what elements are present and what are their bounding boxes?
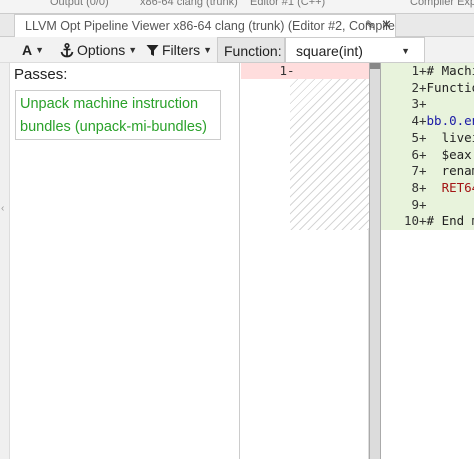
code-text: renamable $eax = IMUL32rr $eax, $edi	[441, 163, 474, 179]
added-line-marker: +	[419, 196, 427, 212]
line-number: 3	[411, 96, 419, 112]
added-line-marker: +	[419, 146, 427, 162]
line-number: 7	[411, 163, 419, 179]
added-code-line: 5+ liveins: $edi	[381, 130, 474, 147]
line-number: 9	[411, 196, 419, 212]
filter-icon	[146, 44, 159, 56]
filters-label: Filters	[162, 42, 201, 58]
added-line-marker: +	[419, 163, 427, 179]
line-number: 4	[411, 113, 419, 129]
chevron-down-icon: ▼	[203, 45, 213, 55]
options-label: Options	[77, 42, 126, 58]
deleted-line-row: 1 -	[241, 63, 369, 79]
added-line-marker: +	[419, 79, 427, 95]
line-number: 2	[411, 79, 419, 95]
splitter-grip[interactable]	[370, 63, 380, 69]
line-number: 10	[403, 213, 419, 229]
added-code-line: 9+	[381, 197, 474, 214]
tab-opt-pipeline-viewer[interactable]: LLVM Opt Pipeline Viewer x86-64 clang (t…	[14, 14, 396, 37]
close-icon[interactable]: ✕	[381, 17, 392, 33]
line-number: 1	[279, 63, 287, 78]
function-select-value: square(int)	[296, 43, 363, 59]
anchor-icon	[60, 42, 74, 57]
code-text: RET64 $eax	[441, 179, 474, 195]
code-text: Function Live Ins: $edi	[426, 79, 474, 95]
passes-panel: Passes: Unpack machine instruction bundl…	[10, 63, 240, 459]
added-code-line: 3+	[381, 96, 474, 113]
font-size-button[interactable]: A ▼	[22, 40, 44, 60]
top-strip-item[interactable]: Editor #1 (C++)	[250, 0, 325, 8]
code-text: liveins: $edi	[441, 129, 474, 145]
font-icon: A	[22, 42, 33, 58]
code-text: # Machine code for function square(int)	[426, 63, 474, 78]
top-strip-item[interactable]: x86-64 clang (trunk)	[140, 0, 238, 8]
pass-item[interactable]: Unpack machine instruction bundles (unpa…	[15, 90, 221, 140]
toolbar: A ▼ Options ▼ Filters ▼ Function: square…	[0, 37, 474, 63]
added-code-line: 7+ renamable $eax = IMUL32rr $eax, $edi	[381, 163, 474, 180]
chevron-down-icon: ▼	[35, 45, 45, 55]
added-line-marker: +	[419, 63, 427, 78]
added-code-line: 8+ RET64 $eax	[381, 180, 474, 197]
added-code-line: 6+ $eax = MOV32rr $edi	[381, 147, 474, 164]
top-tab-strip: Output (0/0) x86-64 clang (trunk) Editor…	[0, 0, 474, 14]
chevron-down-icon: ▼	[128, 45, 138, 55]
neighbor-pane-edge: ‹	[0, 63, 10, 459]
deleted-line-marker: -	[287, 63, 295, 78]
diff-after-pane: 1+# Machine code for function square(int…	[381, 63, 474, 459]
empty-region-hatch	[290, 79, 369, 230]
diff-before-pane: 1 -	[241, 63, 369, 459]
pencil-icon[interactable]: ✎	[365, 18, 375, 32]
added-code-line: 1+# Machine code for function square(int…	[381, 63, 474, 80]
tab-row: LLVM Opt Pipeline Viewer x86-64 clang (t…	[0, 14, 474, 37]
code-text: $eax = MOV32rr $edi	[441, 146, 472, 162]
added-code-line: 4+bb.0.entry:	[381, 113, 474, 130]
code-text: bb.0.entry:	[426, 113, 474, 129]
top-strip-item[interactable]: Output (0/0)	[50, 0, 109, 8]
added-line-marker: +	[419, 113, 427, 129]
function-label: Function:	[217, 37, 285, 63]
code-text: # End machine code for function square(i…	[426, 213, 474, 229]
line-number: 1	[411, 63, 419, 78]
line-number: 5	[411, 129, 419, 145]
added-code-line: 10+# End machine code for function squar…	[381, 213, 474, 230]
passes-title: Passes:	[14, 66, 68, 83]
diff-splitter-handle[interactable]	[369, 63, 381, 459]
line-number: 6	[411, 146, 419, 162]
filters-button[interactable]: Filters ▼	[146, 40, 212, 60]
chevron-down-icon: ▼	[401, 46, 410, 56]
collapse-arrow-icon[interactable]: ‹	[1, 203, 4, 214]
added-line-marker: +	[419, 129, 427, 145]
top-strip-item[interactable]: Compiler Explorer	[410, 0, 474, 8]
tab-title: LLVM Opt Pipeline Viewer x86-64 clang (t…	[25, 19, 396, 33]
added-line-marker: +	[419, 213, 427, 229]
function-select[interactable]: square(int) ▼	[285, 37, 425, 63]
added-line-marker: +	[419, 96, 427, 112]
added-code-line: 2+Function Live Ins: $edi	[381, 80, 474, 97]
added-line-marker: +	[419, 179, 427, 195]
line-number: 8	[411, 179, 419, 195]
options-button[interactable]: Options ▼	[60, 40, 137, 60]
